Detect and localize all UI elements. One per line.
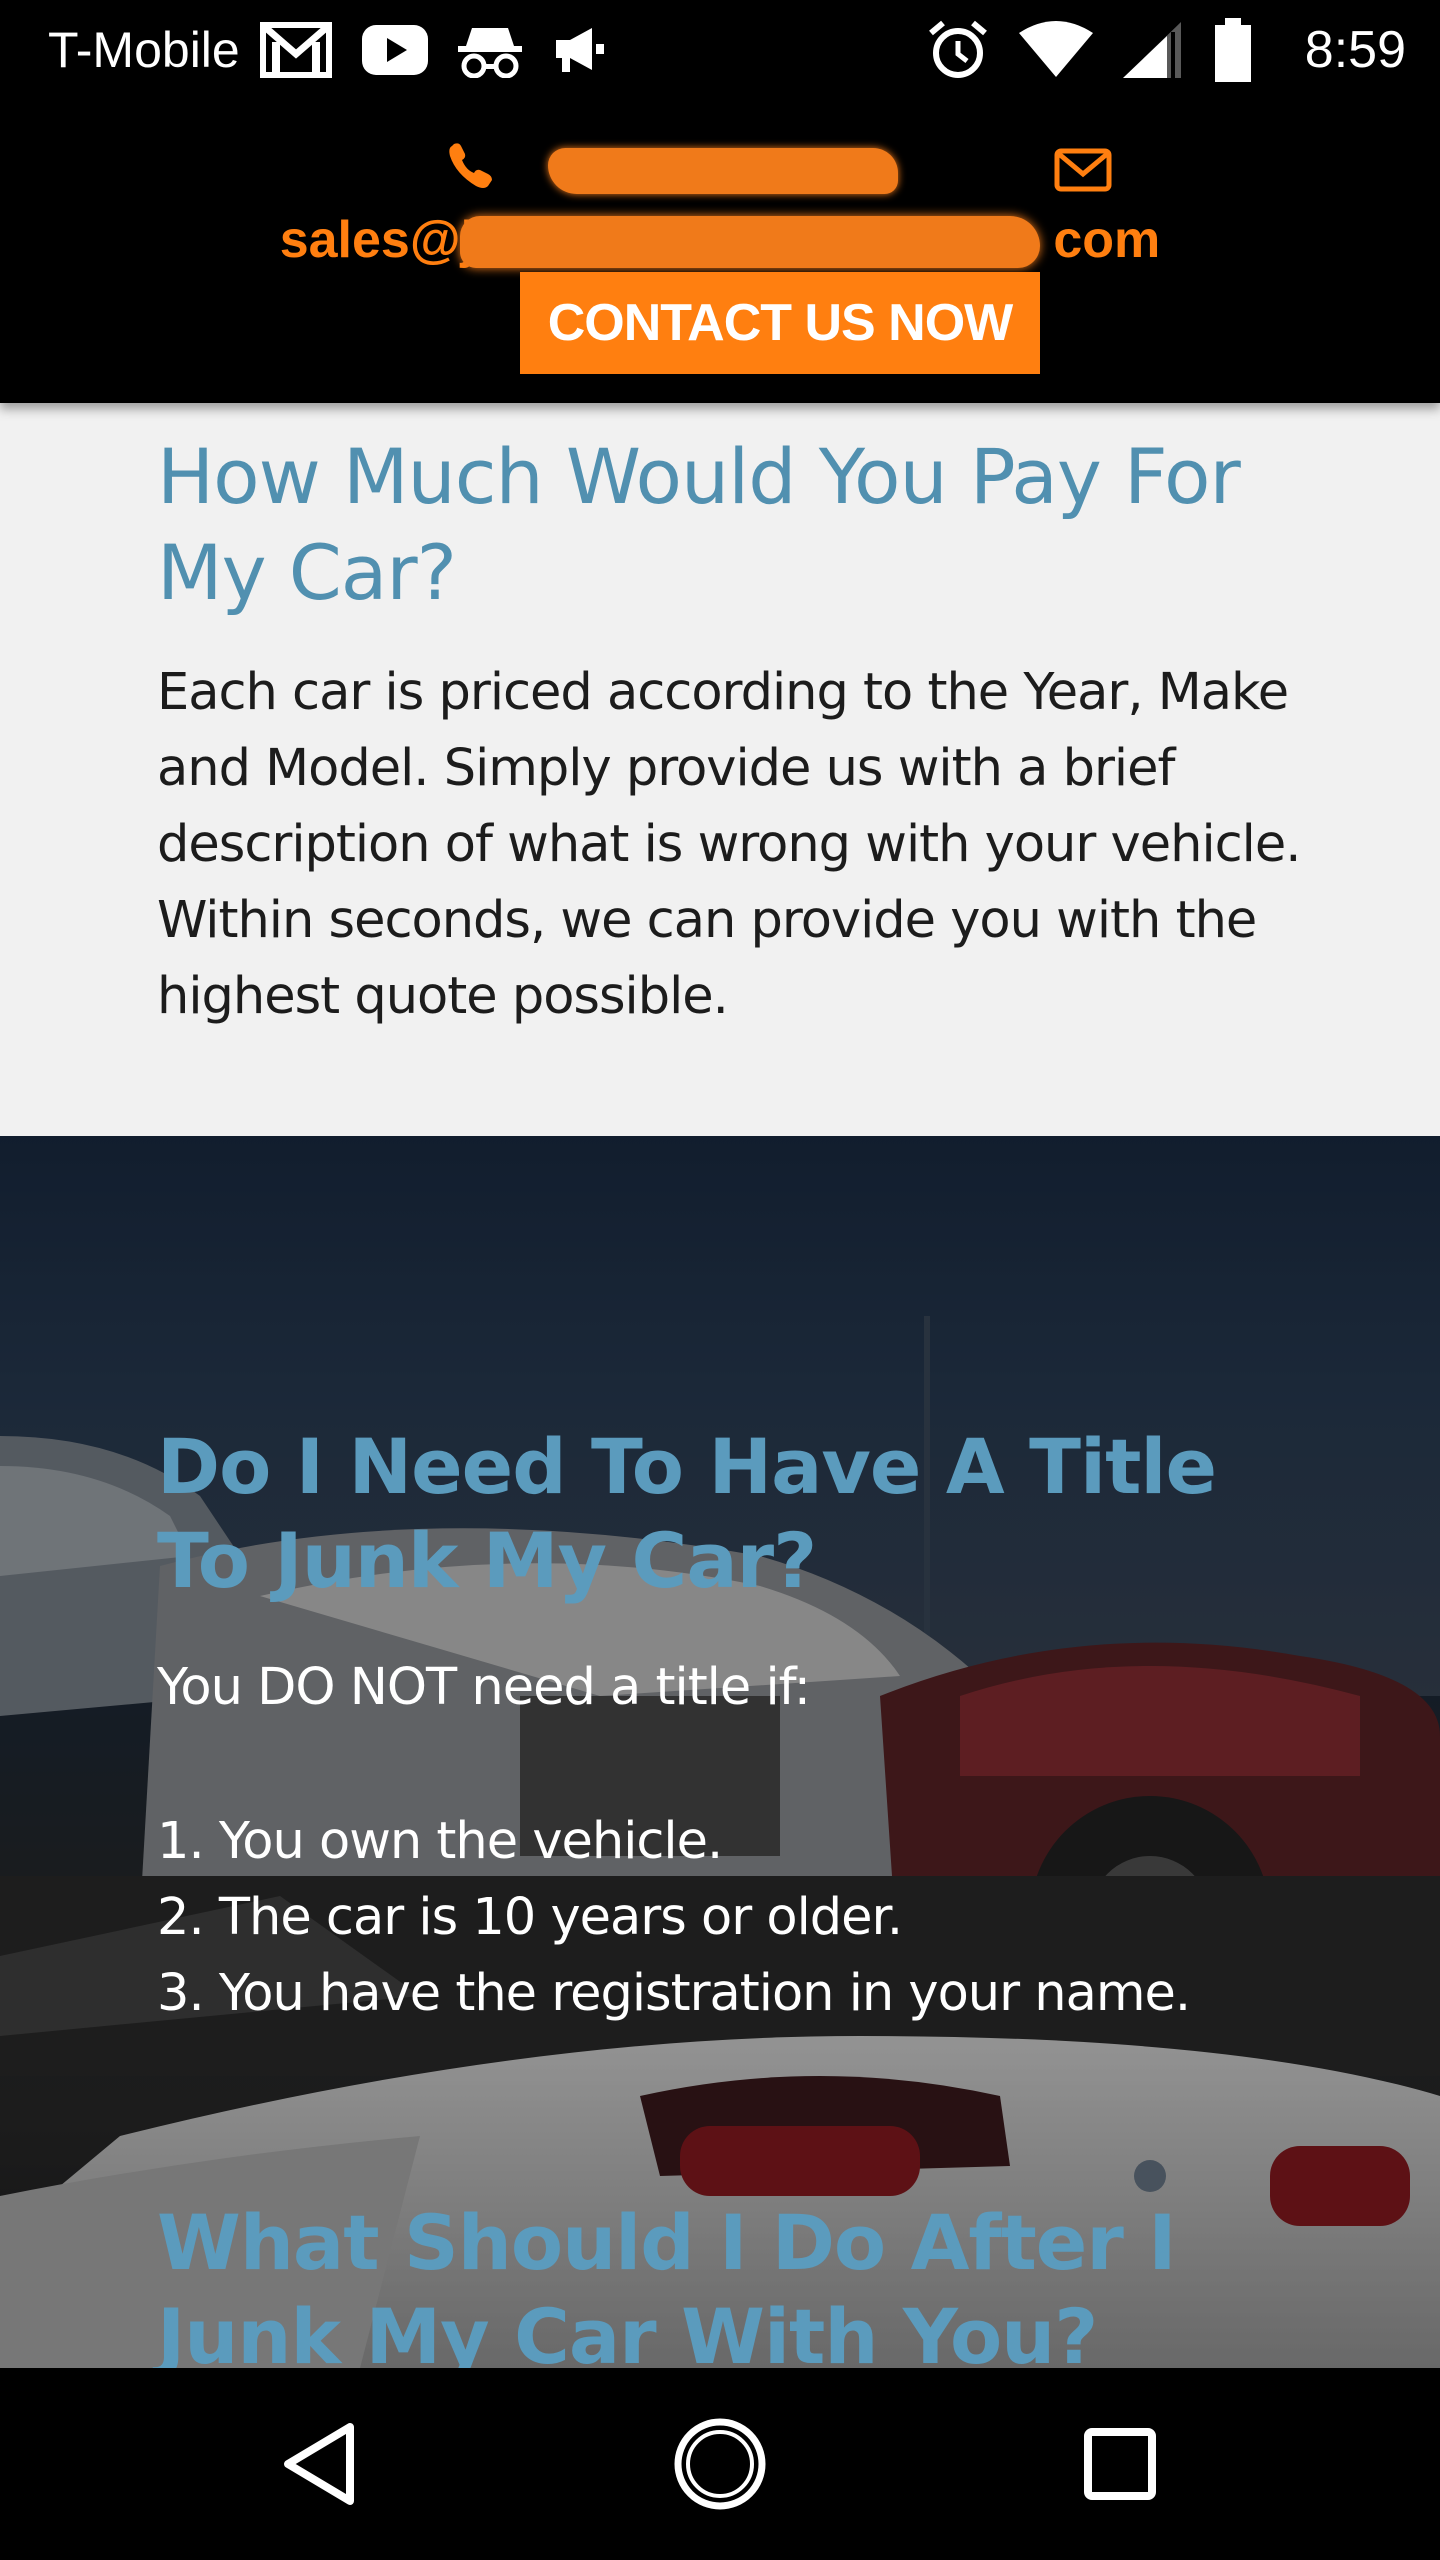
title-heading: Do I Need To Have A Title To Junk My Car… [157,1422,1217,1605]
alarm-icon [927,15,989,85]
list-item: 3. You have the registration in your nam… [157,1964,1191,2023]
list-item: 1. You own the vehicle. [157,1812,723,1871]
redacted-phone-number [548,148,898,194]
email-suffix: com [1053,211,1161,269]
clock: 8:59 [1304,21,1406,79]
gmail-icon [259,15,332,85]
carrier-label: T-Mobile [48,22,240,78]
battery-icon [1213,15,1253,85]
home-icon[interactable] [670,2414,770,2514]
title-requirements-list: 1. You own the vehicle. 2. The car is 10… [157,1804,1307,2032]
phone-icon[interactable] [446,142,494,192]
title-section: Do I Need To Have A Title To Junk My Car… [0,1136,1440,2368]
incognito-icon [457,15,522,85]
redacted-email [459,216,1040,268]
status-bar: T-Mobile 8:59 [0,0,1440,100]
contact-row [0,142,1440,202]
price-heading: How Much Would You Pay For My Car? [157,432,1241,617]
email-prefix: sales@j [279,211,475,269]
price-section: How Much Would You Pay For My Car? Each … [0,403,1440,1136]
title-intro: You DO NOT need a title if: [157,1658,811,1717]
cell-signal-icon [1122,15,1183,85]
screen: T-Mobile 8:59 sales@j com CONTACT US NOW… [0,0,1440,2560]
contact-us-now-button[interactable]: CONTACT US NOW [520,272,1040,374]
mail-icon[interactable] [1054,148,1112,192]
email-link[interactable]: sales@jxxxxxxxxxxxxxxxxxxxxcom [280,210,1161,270]
back-icon[interactable] [270,2414,370,2514]
recents-icon[interactable] [1070,2414,1170,2514]
megaphone-icon [552,15,608,85]
after-junk-heading: What Should I Do After I Junk My Car Wit… [157,2198,1177,2368]
youtube-icon [361,15,428,85]
navigation-bar [0,2368,1440,2560]
price-body: Each car is priced according to the Year… [157,663,1301,1026]
list-item: 2. The car is 10 years or older. [157,1888,903,1947]
wifi-icon [1018,15,1093,85]
image-dim-overlay [0,1136,1440,2368]
site-header: sales@jxxxxxxxxxxxxxxxxxxxxcom CONTACT U… [0,100,1440,403]
